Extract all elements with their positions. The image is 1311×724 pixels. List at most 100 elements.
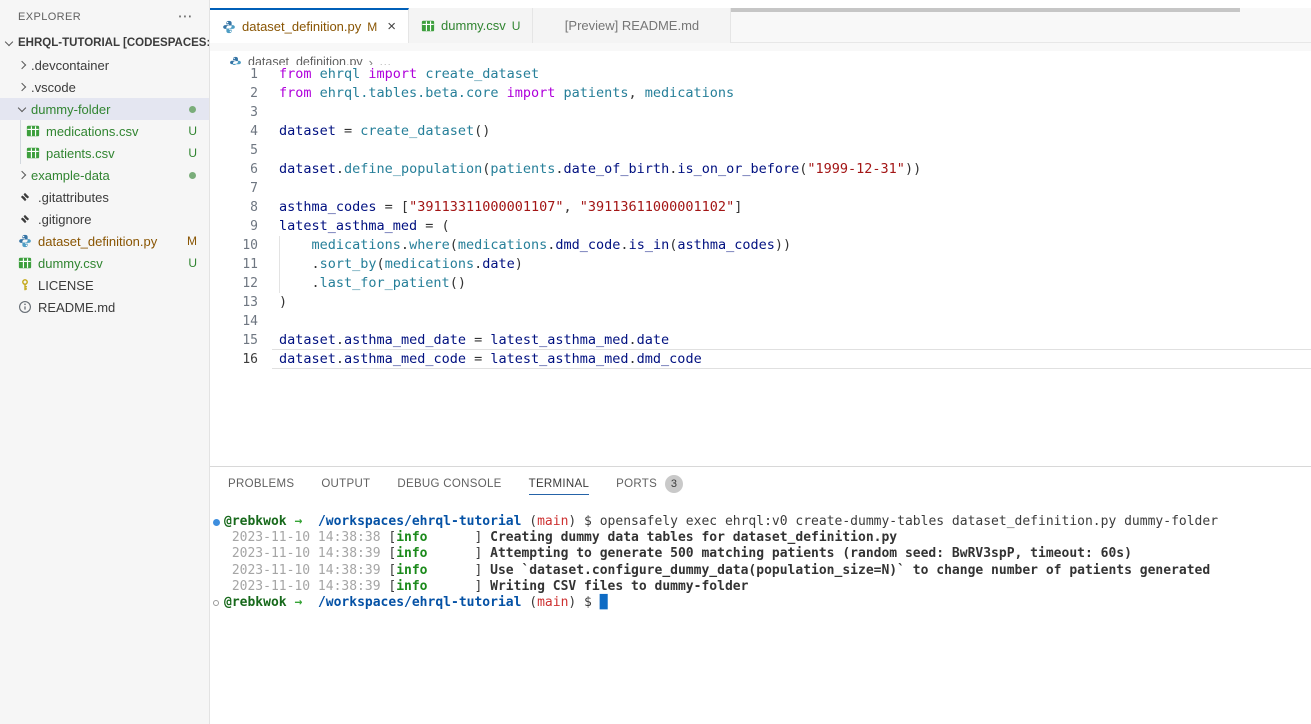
panel-tab-ports[interactable]: PORTS3 [616,467,683,501]
panel-tab-problems[interactable]: PROBLEMS [228,467,294,501]
line-number: 16 [210,350,258,369]
editor-group: dataset_definition.py M × dummy.csv U [Previe… [210,0,1311,724]
code-text: .sort_by(medications.date) [279,255,523,274]
tree-item-.gitignore[interactable]: .gitignore [0,208,209,230]
line-number: 11 [210,255,258,274]
terminal-cursor: █ [600,595,608,610]
git-status-badge: U [188,124,197,138]
code-line-2[interactable]: 2 from ehrql.tables.beta.core import pati… [210,84,1311,103]
tree-item-.vscode[interactable]: .vscode [0,76,209,98]
tab-strip-scrollbar[interactable] [731,8,1240,12]
code-text: dataset = create_dataset() [279,122,490,141]
more-actions-icon[interactable]: ⋯ [178,12,193,22]
code-text: from ehrql.tables.beta.core import patie… [279,84,734,103]
tree-item-label: dataset_definition.py [38,234,157,249]
git-status-badge: U [188,256,197,270]
table-icon [18,256,32,270]
code-text: medications.where(medications.dmd_code.i… [279,236,791,255]
tab-bar: dataset_definition.py M × dummy.csv U [Previe… [210,8,1311,51]
tree-item-label: .gitignore [38,212,91,227]
panel-tab-label: DEBUG CONSOLE [397,478,501,490]
command-decoration-icon[interactable] [213,519,220,526]
tree-item-label: README.md [38,300,115,315]
code-line-7[interactable]: 7 [210,179,1311,198]
workspace-root-row[interactable]: EHRQL-TUTORIAL [CODESPACES:... [0,32,209,54]
panel-tab-label: PORTS [616,478,657,490]
tree-item-.devcontainer[interactable]: .devcontainer [0,54,209,76]
tree-item-dummy.csv[interactable]: dummy.csv U [0,252,209,274]
code-line-8[interactable]: 8asthma_codes = ["39113311000001107", "3… [210,198,1311,217]
tree-item-label: .vscode [31,80,76,95]
code-line-3[interactable]: 3 [210,103,1311,122]
license-icon [18,278,32,292]
code-line-6[interactable]: 6dataset.define_population(patients.date… [210,160,1311,179]
code-text: dataset.asthma_med_code = latest_asthma_… [279,350,702,369]
git-status-badge: M [367,20,377,34]
tab-dataset-definition.py[interactable]: dataset_definition.py M × [210,8,409,43]
tree-item-dummy-folder[interactable]: dummy-folder [0,98,209,120]
line-number: 12 [210,274,258,293]
tab-label: dummy.csv [441,18,506,33]
tree-item-README.md[interactable]: README.md [0,296,209,318]
line-number: 6 [210,160,258,179]
tree-item-label: .devcontainer [31,58,109,73]
line-number: 3 [210,103,258,122]
terminal-line-4: 2023-11-10 14:38:39 [info ] Use `dataset… [210,563,1311,579]
line-number: 10 [210,236,258,255]
line-number: 2 [210,84,258,103]
tree-item-label: LICENSE [38,278,94,293]
line-number: 5 [210,141,258,160]
tree-item-.gitattributes[interactable]: .gitattributes [0,186,209,208]
tab-label: dataset_definition.py [242,19,361,34]
line-number: 13 [210,293,258,312]
code-line-4[interactable]: 4 dataset = create_dataset() [210,122,1311,141]
tab-dummy.csv[interactable]: dummy.csv U [409,8,533,43]
editor-tabs: dataset_definition.py M × dummy.csv U [Previe… [210,8,1311,43]
table-icon [421,19,435,33]
terminal[interactable]: @rebkwok → /workspaces/ehrql-tutorial (m… [210,501,1311,611]
git-icon [18,190,32,204]
panel-tab-output[interactable]: OUTPUT [321,467,370,501]
tree-item-example-data[interactable]: example-data [0,164,209,186]
code-line-10[interactable]: 10 medications.where(medications.dmd_cod… [210,236,1311,255]
panel-tab-label: PROBLEMS [228,478,294,490]
panel-tab-terminal[interactable]: TERMINAL [529,467,590,501]
chevron-down-icon [5,37,13,45]
code-editor[interactable]: 1from ehrql import create_dataset2 from e… [210,65,1311,466]
table-icon [26,124,40,138]
code-line-13[interactable]: 13) [210,293,1311,312]
line-number: 14 [210,312,258,331]
tree-item-medications.csv[interactable]: medications.csv U [0,120,209,142]
panel-tab-debug-console[interactable]: DEBUG CONSOLE [397,467,501,501]
changes-dot-badge [189,172,196,179]
code-line-11[interactable]: 11 .sort_by(medications.date) [210,255,1311,274]
tree-item-dataset_definition.py[interactable]: dataset_definition.pyM [0,230,209,252]
git-icon [18,212,32,226]
git-status-badge: U [512,19,521,33]
tree-item-LICENSE[interactable]: LICENSE [0,274,209,296]
code-line-15[interactable]: 15dataset.asthma_med_date = latest_asthm… [210,331,1311,350]
line-number: 1 [210,65,258,84]
tree-item-label: medications.csv [46,124,138,139]
code-line-1[interactable]: 1from ehrql import create_dataset [210,65,1311,84]
tree-item-patients.csv[interactable]: patients.csvU [0,142,209,164]
code-line-9[interactable]: 9latest_asthma_med = ( [210,217,1311,236]
panel-tabs: PROBLEMS OUTPUT DEBUG CONSOLE TERMINAL PORTS… [210,467,1311,501]
code-line-16[interactable]: 16 dataset.asthma_med_code = latest_asthm… [210,350,1311,369]
code-line-12[interactable]: 12 .last_for_patient() [210,274,1311,293]
tab--preview-readme.md[interactable]: [Preview] README.md [533,8,731,43]
tree-item-label: dummy.csv [38,256,103,271]
terminal-line-2: 2023-11-10 14:38:38 [info ] Creating dum… [210,530,1311,546]
file-tree: .devcontainer.vscodedummy-foldermedicati… [0,54,209,318]
code-line-14[interactable]: 14 [210,312,1311,331]
code-text: .last_for_patient() [279,274,466,293]
line-number: 4 [210,122,258,141]
workspace-label: EHRQL-TUTORIAL [CODESPACES:... [18,37,209,49]
terminal-line-5: 2023-11-10 14:38:39 [info ] Writing CSV … [210,579,1311,595]
close-icon[interactable]: × [387,21,396,33]
line-number: 15 [210,331,258,350]
code-line-5[interactable]: 5 [210,141,1311,160]
git-status-badge: U [188,146,197,160]
prompt-decoration-icon[interactable] [213,600,219,606]
python-icon [222,20,236,34]
